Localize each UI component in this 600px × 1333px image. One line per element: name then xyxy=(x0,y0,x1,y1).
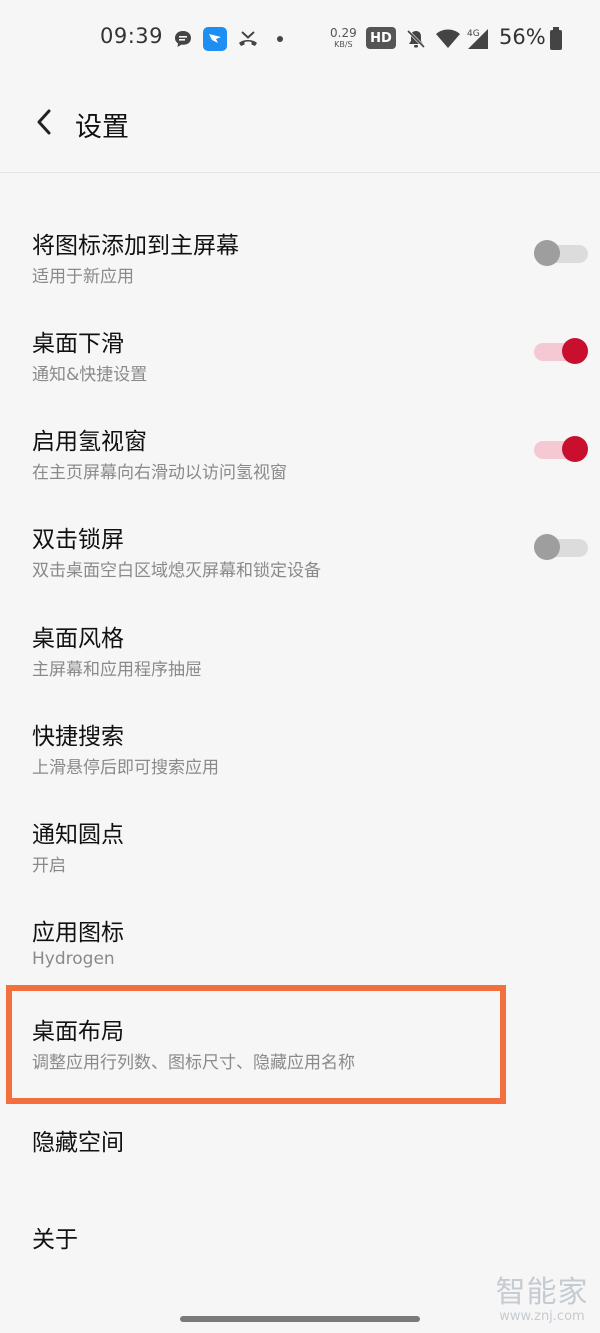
toggle-switch[interactable] xyxy=(534,338,588,364)
setting-subtitle: 通知&快捷设置 xyxy=(32,365,148,385)
watermark: 智能家 www.znj.com xyxy=(488,1267,596,1324)
wifi-icon xyxy=(434,26,462,52)
page-title: 设置 xyxy=(75,112,129,143)
dingtalk-icon xyxy=(203,26,227,52)
setting-title: 快捷搜索 xyxy=(32,724,124,750)
toggle-switch[interactable] xyxy=(534,436,588,462)
setting-title: 关于 xyxy=(32,1227,78,1253)
toggle-switch[interactable] xyxy=(534,240,588,266)
watermark-url: www.znj.com xyxy=(499,1309,585,1324)
gesture-nav-bar[interactable] xyxy=(180,1316,420,1322)
status-bar: 09:39 0.29 KB/S HD 4G 56% xyxy=(0,0,600,78)
setting-subtitle: Hydrogen xyxy=(32,949,115,969)
setting-subtitle: 适用于新应用 xyxy=(32,267,134,287)
setting-title: 启用氢视窗 xyxy=(32,429,147,455)
cellular-signal-icon: 4G xyxy=(463,26,491,52)
setting-title: 隐藏空间 xyxy=(32,1130,124,1156)
setting-notification-dots[interactable]: 通知圆点 开启 xyxy=(0,815,600,913)
missed-call-icon xyxy=(236,26,260,52)
status-time: 09:39 xyxy=(100,24,164,48)
setting-add-icon-to-home[interactable]: 将图标添加到主屏幕 适用于新应用 xyxy=(0,226,600,324)
setting-double-tap-lock[interactable]: 双击锁屏 双击桌面空白区域熄灭屏幕和锁定设备 xyxy=(0,520,600,618)
message-bubble-icon xyxy=(172,26,194,52)
setting-subtitle: 开启 xyxy=(32,856,66,876)
setting-hidden-space[interactable]: 隐藏空间 xyxy=(0,1123,600,1221)
setting-title: 桌面下滑 xyxy=(32,331,124,357)
setting-subtitle: 双击桌面空白区域熄灭屏幕和锁定设备 xyxy=(32,561,321,581)
setting-title: 通知圆点 xyxy=(32,822,124,848)
setting-subtitle: 上滑悬停后即可搜索应用 xyxy=(32,758,219,778)
setting-title: 桌面风格 xyxy=(32,626,124,652)
network-type-label: 4G xyxy=(467,29,480,39)
setting-hydrogen-shelf[interactable]: 启用氢视窗 在主页屏幕向右滑动以访问氢视窗 xyxy=(0,422,600,520)
chevron-left-icon xyxy=(37,109,51,135)
hd-badge: HD xyxy=(366,27,396,49)
bell-off-icon xyxy=(403,26,429,52)
setting-home-style[interactable]: 桌面风格 主屏幕和应用程序抽屉 xyxy=(0,619,600,717)
watermark-brand: 智能家 xyxy=(495,1275,589,1310)
setting-quick-search[interactable]: 快捷搜索 上滑悬停后即可搜索应用 xyxy=(0,717,600,815)
setting-subtitle: 在主页屏幕向右滑动以访问氢视窗 xyxy=(32,463,287,483)
app-header: 设置 xyxy=(0,78,600,173)
dot-icon xyxy=(274,26,286,52)
toggle-switch[interactable] xyxy=(534,534,588,560)
network-speed: 0.29 KB/S xyxy=(330,26,357,49)
setting-subtitle: 主屏幕和应用程序抽屉 xyxy=(32,660,202,680)
battery-icon xyxy=(548,26,564,52)
highlight-box xyxy=(6,985,506,1104)
setting-swipe-down[interactable]: 桌面下滑 通知&快捷设置 xyxy=(0,324,600,422)
setting-title: 应用图标 xyxy=(32,920,124,946)
setting-title: 双击锁屏 xyxy=(32,527,124,553)
battery-percent: 56% xyxy=(499,25,546,49)
back-button[interactable] xyxy=(24,100,64,144)
setting-title: 将图标添加到主屏幕 xyxy=(32,233,239,259)
